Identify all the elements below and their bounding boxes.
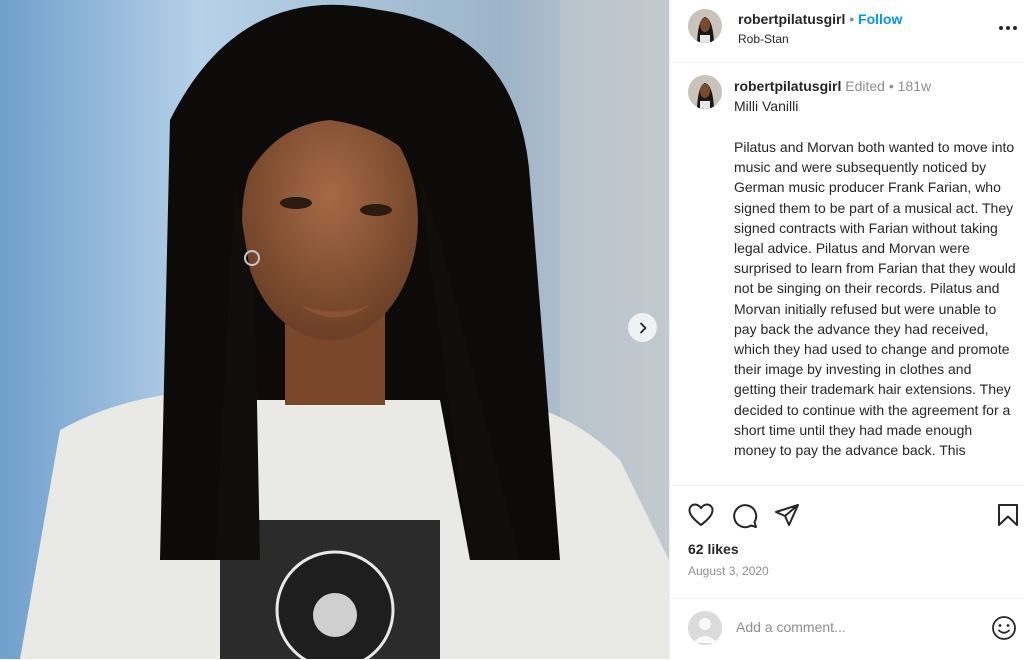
default-avatar-icon xyxy=(688,611,722,645)
follow-button[interactable]: Follow xyxy=(858,11,902,27)
caption-header: robertpilatusgirl Edited • 181w xyxy=(734,78,931,94)
separator-dot: • xyxy=(888,78,894,94)
avatar-image xyxy=(688,75,722,109)
emoji-button[interactable] xyxy=(991,615,1017,646)
caption-author-avatar[interactable] xyxy=(688,75,722,109)
header-username-row: robertpilatusgirl • Follow xyxy=(738,11,902,27)
comment-box xyxy=(670,598,1024,660)
comment-input[interactable] xyxy=(736,619,976,635)
more-horizontal-icon xyxy=(999,26,1017,30)
likes-count[interactable]: 62 likes xyxy=(688,541,739,557)
author-username[interactable]: robertpilatusgirl xyxy=(738,11,845,27)
comment-button[interactable] xyxy=(732,503,758,534)
post-image[interactable] xyxy=(0,0,669,659)
heart-icon xyxy=(688,503,714,527)
smiley-icon xyxy=(992,616,1016,640)
post-age[interactable]: 181w xyxy=(898,78,931,94)
avatar-image xyxy=(688,9,722,43)
share-button[interactable] xyxy=(774,503,800,532)
post-modal: robertpilatusgirl • Follow Rob-Stan robe… xyxy=(0,0,1024,659)
post-actions: 62 likes August 3, 2020 xyxy=(670,485,1024,598)
more-options-button[interactable] xyxy=(998,14,1018,37)
send-icon xyxy=(775,504,799,526)
post-date[interactable]: August 3, 2020 xyxy=(688,564,769,578)
chevron-right-icon xyxy=(639,322,646,333)
edited-label: Edited xyxy=(845,78,885,94)
caption-username[interactable]: robertpilatusgirl xyxy=(734,78,841,94)
bookmark-icon xyxy=(998,504,1018,526)
caption-area: robertpilatusgirl Edited • 181w Milli Va… xyxy=(670,63,1024,485)
author-avatar[interactable] xyxy=(688,9,722,43)
post-side-panel: robertpilatusgirl • Follow Rob-Stan robe… xyxy=(669,0,1024,659)
like-button[interactable] xyxy=(688,503,714,532)
next-image-button[interactable] xyxy=(628,313,657,342)
caption-title: Milli Vanilli xyxy=(734,98,799,114)
post-header: robertpilatusgirl • Follow Rob-Stan xyxy=(670,0,1024,63)
comment-icon xyxy=(733,504,758,529)
save-button[interactable] xyxy=(997,503,1019,532)
post-photo xyxy=(0,0,669,659)
separator-dot: • xyxy=(849,11,855,27)
caption-body: Pilatus and Morvan both wanted to move i… xyxy=(734,139,1020,459)
viewer-avatar xyxy=(688,611,722,645)
post-location[interactable]: Rob-Stan xyxy=(738,32,789,46)
